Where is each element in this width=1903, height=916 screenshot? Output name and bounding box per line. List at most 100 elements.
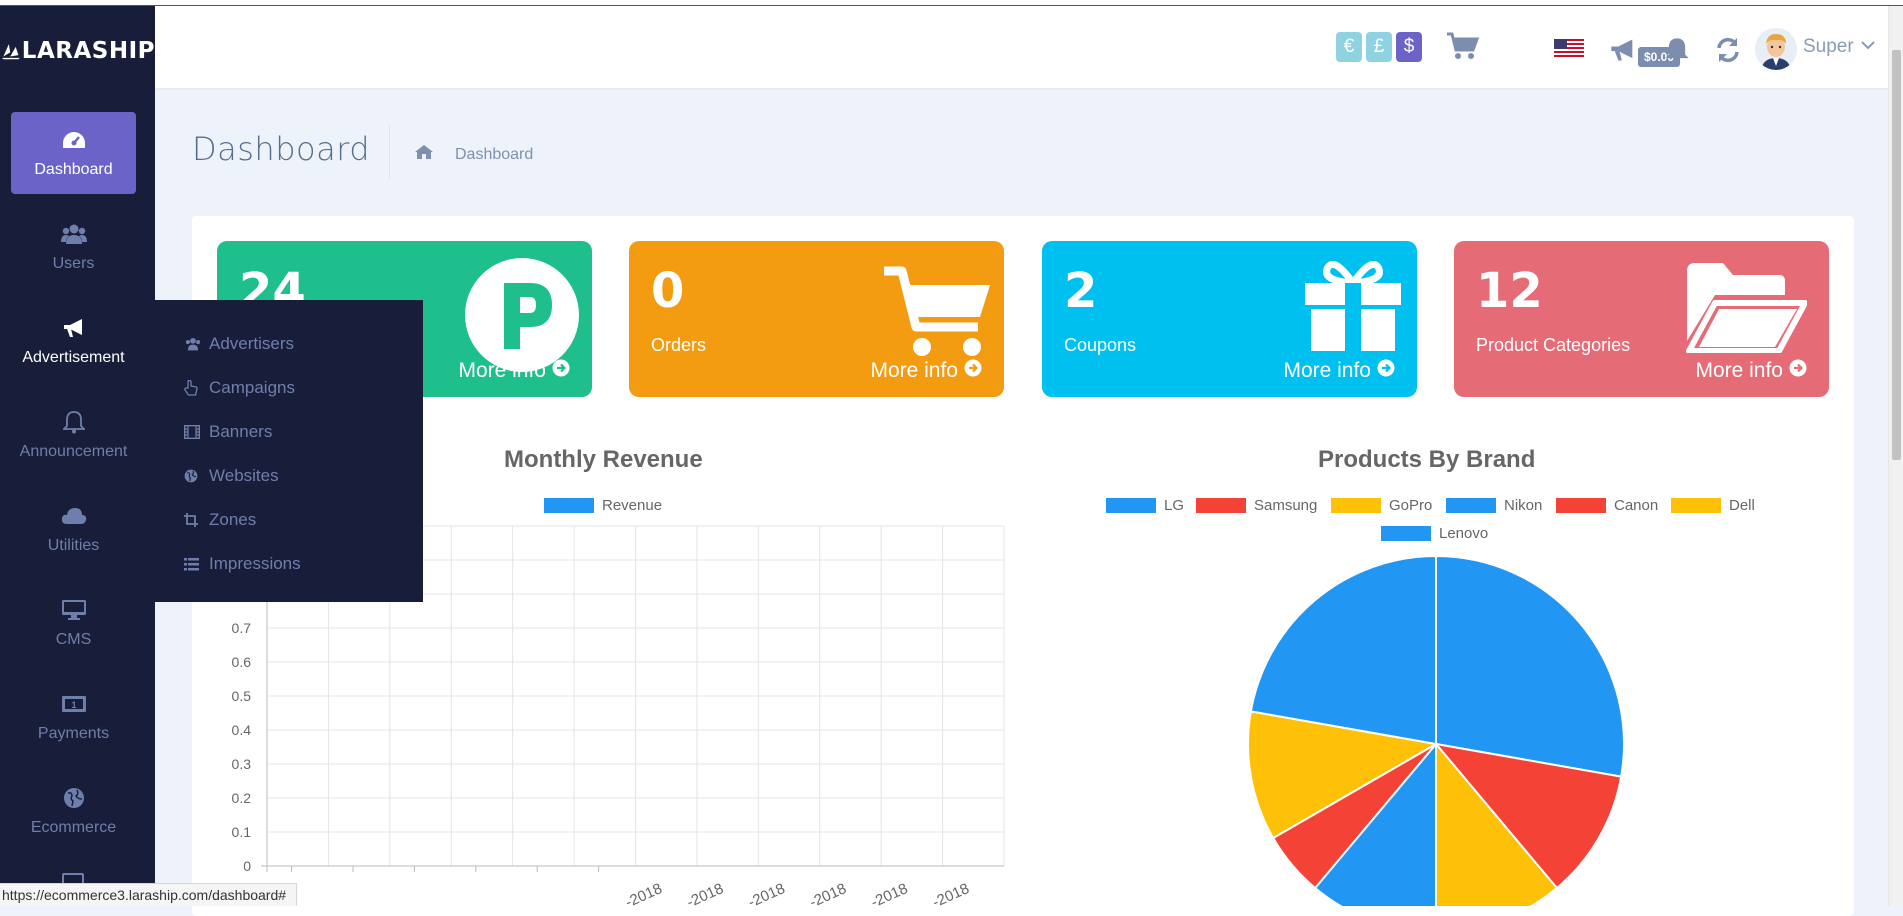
submenu-label: Zones (209, 510, 257, 529)
page-scrollbar[interactable] (1888, 6, 1903, 906)
folder-open-icon (1685, 261, 1808, 358)
brand-chart-title: Products By Brand (1318, 446, 1536, 473)
breadcrumb[interactable]: Dashboard (455, 146, 533, 164)
refresh-icon[interactable] (1712, 34, 1744, 66)
submenu-item-campaigns[interactable]: Campaigns (155, 366, 423, 410)
submenu-label: Campaigns (209, 378, 295, 397)
legend-label: Revenue (602, 497, 663, 514)
legend-label: GoPro (1389, 497, 1433, 514)
legend-swatch (1381, 526, 1431, 541)
y-tick-label: 0 (243, 858, 251, 874)
card-value: 0 (651, 263, 685, 319)
legend-item-nikon[interactable]: Nikon (1446, 497, 1542, 514)
revenue-legend-item[interactable]: Revenue (544, 497, 662, 514)
sidebar-item-label: Announcement (19, 443, 128, 460)
sidebar-item-label: Ecommerce (30, 819, 117, 836)
home-icon[interactable] (414, 144, 434, 165)
advertisement-submenu: Advertisers Campaigns Banners Websites Z… (155, 300, 423, 602)
sidebar-item-label: Payments (37, 725, 110, 742)
bell-icon[interactable] (1661, 34, 1693, 66)
sidebar-item-cms[interactable]: CMS (11, 582, 136, 664)
currency-euro-button[interactable]: € (1336, 32, 1362, 62)
card-value: 2 (1064, 263, 1098, 319)
legend-item-samsung[interactable]: Samsung (1196, 497, 1317, 514)
more-info-link[interactable]: More info (870, 359, 982, 383)
legend-item-lg[interactable]: LG (1106, 497, 1184, 514)
submenu-label: Banners (209, 422, 273, 441)
shopping-cart-icon (882, 265, 994, 364)
brand-name: LARASHIP (21, 38, 155, 64)
shopping-cart-icon[interactable] (1445, 30, 1481, 62)
pie-slice-lg[interactable] (1435, 554, 1625, 778)
submenu-item-banners[interactable]: Banners (155, 410, 423, 454)
stat-card-coupons: 2 Coupons More info (1042, 241, 1417, 397)
title-divider (389, 125, 390, 179)
sidebar-item-announcement[interactable]: Announcement (11, 394, 136, 476)
more-info-link[interactable]: More info (458, 359, 570, 383)
us-flag-icon[interactable] (1554, 39, 1584, 59)
sidebar-item-users[interactable]: Users (11, 206, 136, 288)
currency-dollar-button[interactable]: $ (1396, 32, 1422, 62)
legend-label: Samsung (1254, 497, 1318, 514)
legend-label: Dell (1729, 497, 1755, 514)
submenu-item-impressions[interactable]: Impressions (155, 542, 423, 586)
svg-text:1: 1 (71, 700, 76, 710)
sidebar: LARASHIP Dashboard Users Advertisement A… (0, 6, 155, 906)
user-name[interactable]: Super (1803, 36, 1854, 58)
legend-swatch (1106, 498, 1156, 513)
y-tick-label: 0.2 (232, 790, 252, 806)
sidebar-item-dashboard[interactable]: Dashboard (11, 112, 136, 194)
cloud-icon (61, 503, 87, 529)
more-info-label: More info (458, 359, 546, 382)
submenu-item-websites[interactable]: Websites (155, 454, 423, 498)
more-info-link[interactable]: More info (1283, 359, 1395, 383)
sidebar-item-payments[interactable]: 1 Payments (11, 676, 136, 758)
sidebar-item-ecommerce[interactable]: Ecommerce (11, 770, 136, 852)
x-tick-label: -2018 (807, 880, 849, 906)
legend-swatch (1331, 498, 1381, 513)
submenu-item-advertisers[interactable]: Advertisers (155, 322, 423, 366)
crop-icon (184, 512, 202, 528)
more-info-label: More info (1283, 359, 1371, 382)
y-tick-label: 0.3 (232, 756, 252, 772)
y-tick-label: 0.4 (232, 722, 252, 738)
legend-swatch (1196, 498, 1246, 513)
x-tick-label: -2018 (746, 880, 788, 906)
submenu-label: Advertisers (209, 334, 295, 353)
sidebar-item-label: Utilities (47, 537, 100, 554)
arrow-circle-right-icon (1377, 359, 1395, 383)
chevron-down-icon[interactable] (1860, 38, 1876, 56)
legend-item-dell[interactable]: Dell (1671, 497, 1755, 514)
y-tick-label: 0.6 (232, 654, 252, 670)
bullhorn-icon[interactable] (1607, 34, 1639, 66)
legend-item-gopro[interactable]: GoPro (1331, 497, 1432, 514)
arrow-circle-right-icon (1789, 359, 1807, 383)
legend-swatch (1446, 498, 1496, 513)
avatar[interactable] (1755, 28, 1797, 70)
hand-pointer-icon (184, 380, 202, 396)
list-icon (184, 556, 202, 572)
scrollbar-thumb[interactable] (1892, 50, 1901, 460)
legend-label: Nikon (1504, 497, 1543, 514)
brand-pie-chart (1247, 554, 1625, 906)
legend-label: LG (1164, 497, 1185, 514)
sidebar-item-advertisement[interactable]: Advertisement (11, 300, 136, 382)
sidebar-item-label: Users (52, 255, 95, 272)
brand-logo[interactable]: LARASHIP (0, 6, 155, 96)
bullhorn-icon (61, 315, 87, 341)
pie-slice-lenovo[interactable] (1249, 554, 1437, 746)
more-info-link[interactable]: More info (1695, 359, 1807, 383)
card-label: Orders (651, 335, 707, 355)
legend-swatch (544, 498, 594, 513)
laraship-logo-icon (2, 44, 20, 60)
revenue-chart-title: Monthly Revenue (504, 446, 703, 473)
currency-pound-button[interactable]: £ (1366, 32, 1392, 62)
submenu-label: Websites (209, 466, 279, 485)
submenu-item-zones[interactable]: Zones (155, 498, 423, 542)
legend-item-canon[interactable]: Canon (1556, 497, 1658, 514)
dashboard-icon (61, 127, 87, 153)
film-icon (184, 424, 202, 440)
money-icon: 1 (61, 691, 87, 717)
sidebar-item-utilities[interactable]: Utilities (11, 488, 136, 570)
legend-swatch (1556, 498, 1606, 513)
